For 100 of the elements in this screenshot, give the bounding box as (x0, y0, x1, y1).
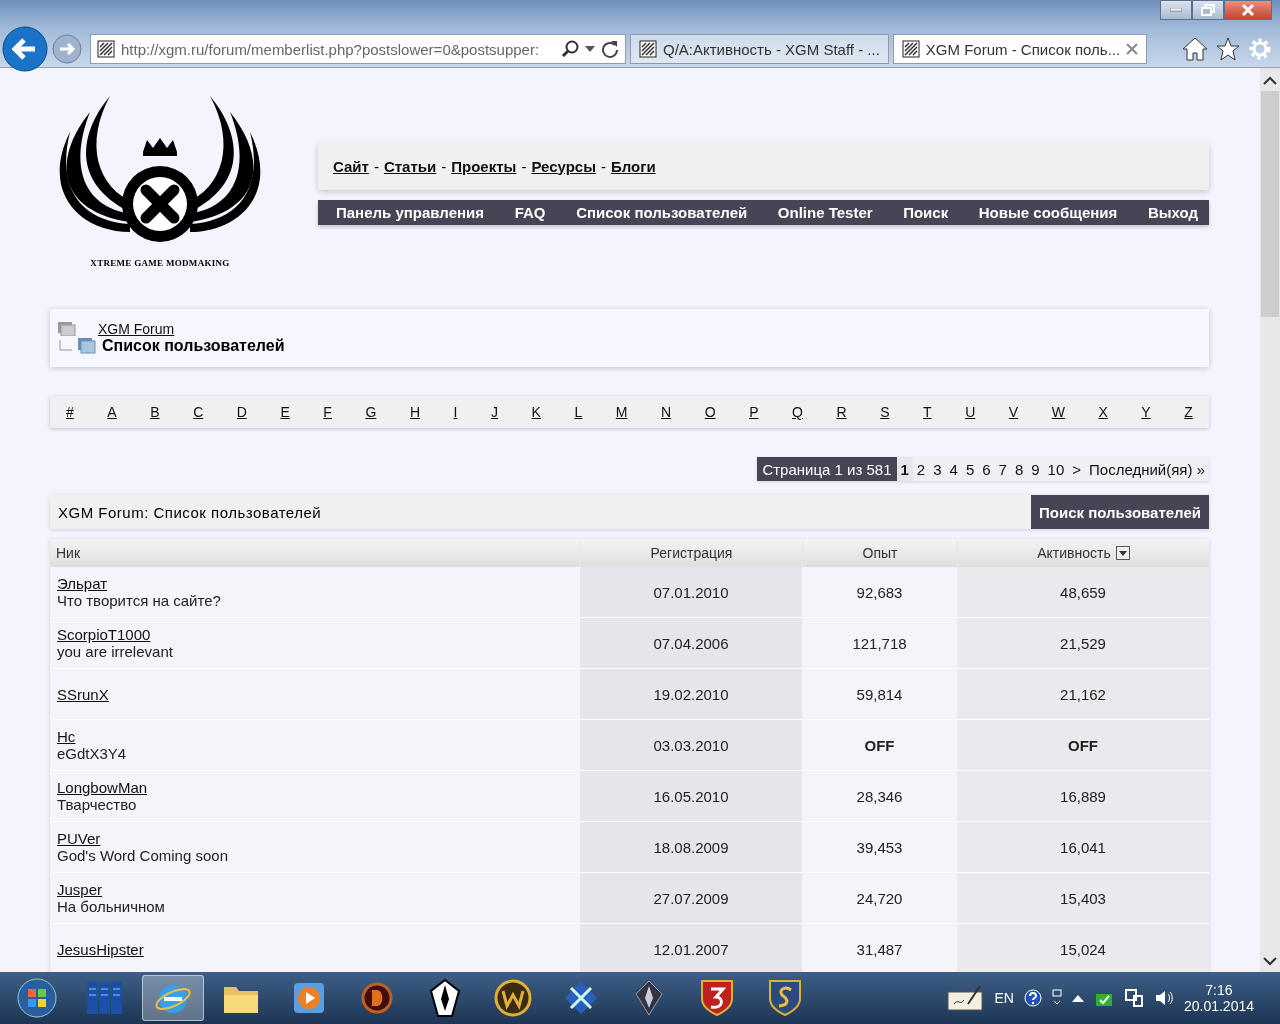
username-link[interactable]: Эльрат (57, 575, 108, 592)
scroll-up-icon[interactable] (1263, 76, 1277, 85)
logo-caption: XTREME GAME MODMAKING (90, 258, 230, 268)
language-indicator[interactable]: EN (994, 990, 1014, 1006)
page-link[interactable]: 3 (929, 457, 946, 481)
site-link[interactable]: Статьи (383, 157, 437, 175)
username-link[interactable]: ScorpioT1000 (57, 626, 151, 643)
close-button[interactable] (1224, 0, 1272, 20)
search-users-button[interactable]: Поиск пользователей (1031, 495, 1209, 529)
site-link[interactable]: Сайт (333, 157, 369, 175)
letter-link[interactable]: C (193, 404, 204, 420)
page-link[interactable]: 10 (1043, 457, 1069, 481)
letter-link[interactable]: I (453, 404, 458, 420)
letter-link[interactable]: X (1098, 404, 1108, 420)
next-page-link[interactable]: > (1068, 457, 1086, 481)
letter-link[interactable]: K (531, 404, 541, 420)
username-link[interactable]: Jusper (57, 881, 103, 898)
username-link[interactable]: Hc (57, 728, 76, 745)
nav-link[interactable]: Выход (1147, 204, 1198, 221)
link-separator: - (600, 157, 606, 175)
column-header[interactable]: Регистрация (580, 539, 802, 567)
minimize-button[interactable] (1160, 0, 1192, 20)
letter-link[interactable]: G (365, 404, 377, 420)
table-cell: 16.05.2010 (580, 771, 802, 822)
letter-link[interactable]: F (323, 404, 332, 420)
letter-link[interactable]: U (965, 404, 976, 420)
letter-link[interactable]: N (661, 404, 672, 420)
nav-link[interactable]: Online Tester (777, 204, 873, 221)
browser-tab[interactable]: Q/A:Активность - XGM Staff - ... (630, 34, 889, 64)
browser-tab[interactable]: XGM Forum - Список поль... (892, 34, 1148, 64)
nav-link[interactable]: Поиск (903, 204, 949, 221)
column-header[interactable]: Ник (50, 539, 580, 567)
table-cell: 15,403 (957, 873, 1209, 924)
table-cell: 16,889 (957, 771, 1209, 822)
star-icon[interactable] (1216, 37, 1240, 61)
close-icon[interactable] (1126, 43, 1139, 55)
letter-link[interactable]: # (66, 404, 74, 420)
scrollbar[interactable] (1260, 68, 1280, 972)
username-link[interactable]: LongbowMan (57, 779, 148, 796)
nav-link[interactable]: Панель управления (336, 204, 485, 221)
page-link[interactable]: 8 (1010, 457, 1028, 481)
letter-link[interactable]: V (1008, 404, 1019, 420)
scroll-thumb[interactable] (1261, 91, 1279, 317)
page-link[interactable]: 2 (912, 457, 930, 481)
page-link[interactable]: 4 (945, 457, 962, 481)
table-cell: 21,529 (957, 618, 1209, 669)
nav-link[interactable]: FAQ (514, 204, 546, 221)
letter-link[interactable]: W (1051, 404, 1065, 420)
username-link[interactable]: JesusHipster (57, 940, 144, 958)
help-icon[interactable] (1023, 989, 1042, 1007)
site-link[interactable]: Ресурсы (531, 157, 596, 175)
breadcrumb-link[interactable]: XGM Forum (98, 321, 175, 337)
page-icon (639, 40, 657, 58)
column-header[interactable]: Активность (957, 539, 1209, 567)
letter-link[interactable]: E (280, 404, 290, 420)
letter-link[interactable]: D (236, 404, 247, 420)
user-status: На больничном (57, 898, 165, 915)
show-hidden-icons-icon[interactable] (1071, 994, 1084, 1002)
letter-link[interactable]: B (150, 404, 160, 420)
username-link[interactable]: SSrunX (57, 685, 109, 703)
site-link[interactable]: Проекты (451, 157, 517, 175)
page-link[interactable]: 5 (961, 457, 979, 481)
letter-link[interactable]: O (704, 404, 716, 420)
clock[interactable]: 7:16 20.01.2014 (1183, 982, 1274, 1014)
letter-link[interactable]: Y (1141, 404, 1151, 420)
scroll-down-icon[interactable] (1263, 957, 1277, 966)
search-icon[interactable] (561, 40, 579, 58)
network-icon[interactable] (1123, 988, 1144, 1008)
username-link[interactable]: PUVer (57, 830, 101, 847)
table-cell: 16,041 (957, 822, 1209, 873)
home-icon[interactable] (1182, 37, 1208, 61)
letter-link[interactable]: A (107, 404, 117, 420)
letter-link[interactable]: M (615, 404, 628, 420)
last-page-link[interactable]: Последний(яя) » (1085, 457, 1209, 481)
letter-link[interactable]: P (749, 404, 759, 420)
letter-link[interactable]: Z (1184, 404, 1193, 420)
letter-link[interactable]: L (574, 404, 583, 420)
speaker-icon[interactable] (1153, 988, 1174, 1008)
letter-link[interactable]: R (836, 404, 847, 420)
dropdown-icon[interactable] (585, 46, 595, 52)
restore-button[interactable] (1192, 0, 1224, 20)
column-header[interactable]: Опыт (802, 539, 957, 567)
letter-link[interactable]: Q (792, 404, 803, 420)
forward-button[interactable] (52, 34, 82, 64)
letter-link[interactable]: J (491, 404, 498, 420)
nav-link[interactable]: Новые сообщения (978, 204, 1118, 221)
address-bar[interactable]: http://xgm.ru/forum/memberlist.php?postslower=0&postsupper: (90, 34, 626, 64)
server-rack-icon (86, 981, 124, 1015)
letter-link[interactable]: H (409, 404, 421, 420)
site-link[interactable]: Блоги (610, 157, 656, 175)
page-link[interactable]: 9 (1027, 457, 1044, 481)
page-link[interactable]: 6 (978, 457, 995, 481)
back-button[interactable] (2, 26, 48, 72)
letter-link[interactable]: S (880, 404, 890, 420)
nav-link[interactable]: Список пользователей (576, 204, 748, 221)
signature-pad-icon[interactable] (946, 984, 985, 1012)
sort-descending-icon[interactable] (1115, 546, 1130, 560)
refresh-icon[interactable] (601, 40, 619, 58)
letter-link[interactable]: T (923, 404, 932, 420)
page-link[interactable]: 7 (994, 457, 1011, 481)
